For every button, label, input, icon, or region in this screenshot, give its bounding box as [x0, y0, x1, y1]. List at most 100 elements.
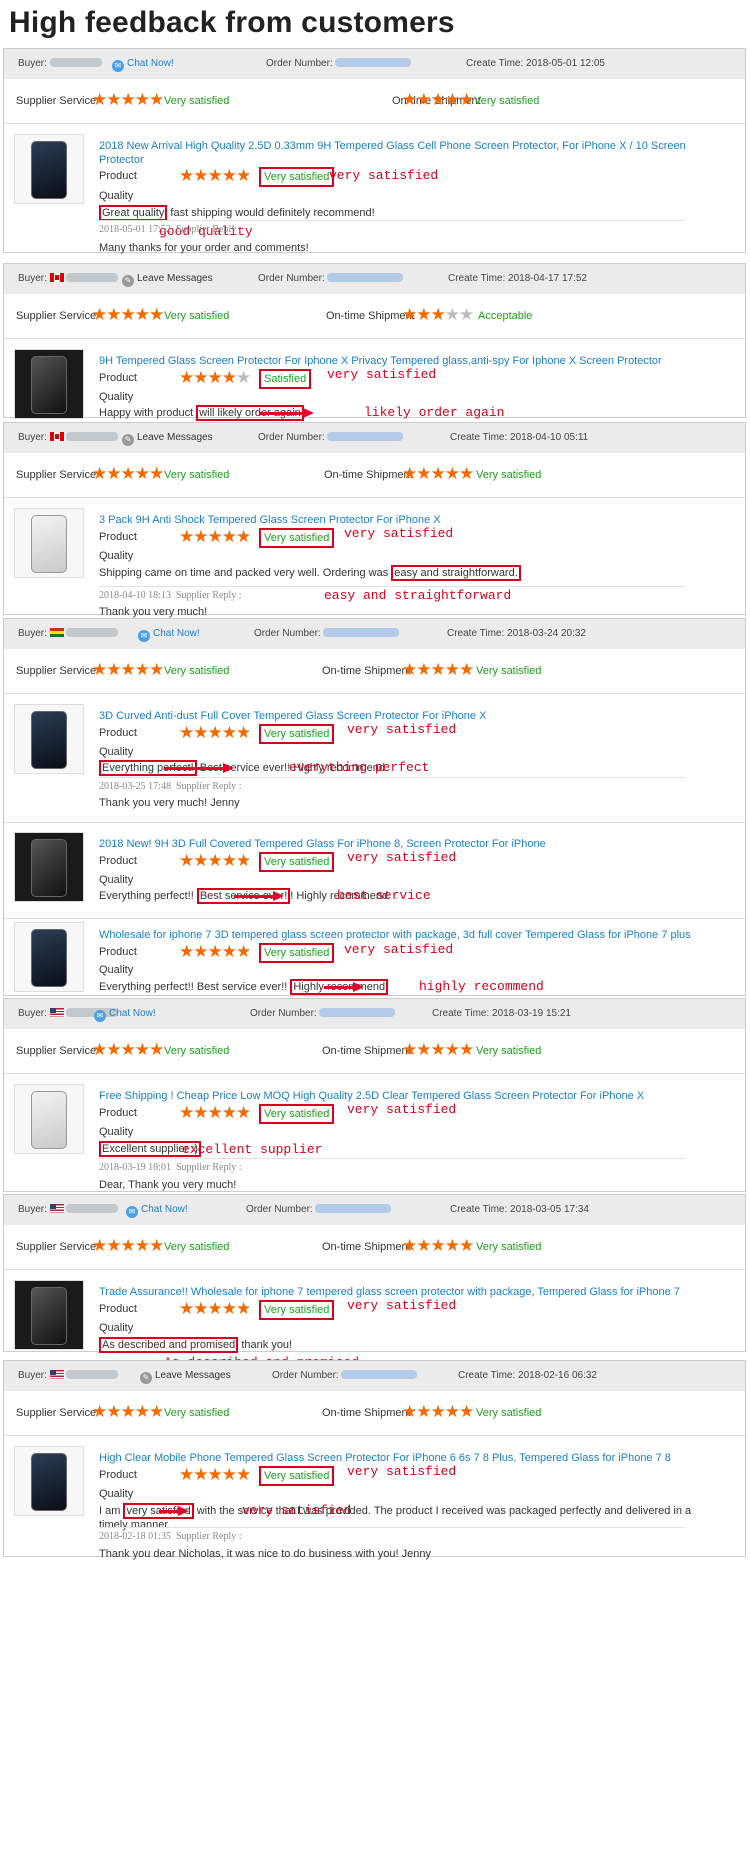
order-number-redacted[interactable]: [341, 1370, 418, 1379]
chat-icon[interactable]: ✉: [126, 1206, 138, 1218]
product-title-link[interactable]: Free Shipping ! Cheap Price Low MOQ High…: [99, 1089, 715, 1103]
phone-image: [31, 515, 67, 573]
star-icon: ★: [402, 1236, 417, 1255]
order-number-redacted[interactable]: [315, 1204, 392, 1213]
buyer-action[interactable]: ✉ Chat Now!: [126, 1204, 188, 1218]
order-number: Order Number:: [258, 432, 404, 443]
star-icon: ★: [221, 1299, 237, 1318]
product-label: Product: [99, 1303, 137, 1315]
message-icon[interactable]: ✎: [122, 434, 134, 446]
buyer-name-redacted: [65, 1204, 118, 1213]
star-icon: ★: [416, 1402, 431, 1421]
product-thumbnail[interactable]: [14, 349, 84, 419]
star-icon: ★: [193, 166, 208, 185]
product-thumbnail[interactable]: [14, 704, 84, 774]
buyer-info: Buyer:: [18, 1204, 118, 1215]
order-number-redacted[interactable]: [327, 273, 404, 282]
reply-divider: [99, 1158, 685, 1159]
review-card: Buyer: ✉ Chat Now! Order Number: Create T…: [3, 618, 746, 996]
supplier-reply-label: Supplier Reply :: [175, 224, 242, 235]
phone-image: [31, 1091, 67, 1149]
buyer-label: Buyer:: [18, 1008, 47, 1019]
chat-icon[interactable]: ✉: [138, 630, 150, 642]
star-icon: ★: [402, 90, 417, 109]
review-product: High Clear Mobile Phone Tempered Glass S…: [4, 1436, 745, 1588]
star-icon: ★: [179, 1103, 194, 1122]
buyer-action-link[interactable]: Chat Now!: [141, 1204, 188, 1215]
product-thumbnail[interactable]: [14, 922, 84, 992]
product-title-link[interactable]: Wholesale for iphone 7 3D tempered glass…: [99, 928, 715, 942]
order-number-label: Order Number:: [272, 1370, 339, 1381]
star-icon: ★: [430, 305, 446, 324]
supplier-service-label: Supplier Service: [16, 310, 97, 322]
product-thumbnail[interactable]: [14, 1446, 84, 1516]
buyer-action-link[interactable]: Chat Now!: [127, 58, 174, 69]
message-icon[interactable]: ✎: [140, 1372, 152, 1384]
star-icon: ★: [106, 464, 121, 483]
create-time: Create Time: 2018-04-10 05:11: [450, 432, 588, 443]
supplier-reply-label: Supplier Reply :: [175, 1531, 242, 1542]
buyer-action-link[interactable]: Leave Messages: [137, 273, 213, 284]
product-title-link[interactable]: 3D Curved Anti-dust Full Cover Tempered …: [99, 709, 715, 723]
product-title-link[interactable]: 9H Tempered Glass Screen Protector For I…: [99, 354, 715, 368]
review-header: Buyer: ✉ Chat Now! Order Number: Create T…: [4, 1195, 745, 1225]
phone-image: [31, 929, 67, 987]
chat-icon[interactable]: ✉: [94, 1010, 106, 1022]
buyer-name-redacted: [65, 432, 118, 441]
buyer-action[interactable]: ✉ Chat Now!: [94, 1008, 156, 1022]
star-icon: ★: [120, 1236, 136, 1255]
star-icon: ★: [459, 660, 474, 679]
star-icon: ★: [221, 527, 237, 546]
buyer-action-link[interactable]: Leave Messages: [137, 432, 213, 443]
order-number-redacted[interactable]: [323, 628, 400, 637]
reply-divider: [99, 777, 685, 778]
product-title-link[interactable]: 2018 New Arrival High Quality 2.5D 0.33m…: [99, 139, 715, 167]
order-number-redacted[interactable]: [335, 58, 412, 67]
star-icon: ★: [402, 464, 417, 483]
buyer-action-link[interactable]: Chat Now!: [153, 628, 200, 639]
buyer-action-link[interactable]: Leave Messages: [155, 1370, 231, 1381]
create-time-value: 2018-03-24 20:32: [507, 628, 586, 639]
create-time: Create Time: 2018-03-05 17:34: [450, 1204, 589, 1215]
order-number: Order Number:: [272, 1370, 418, 1381]
product-thumbnail[interactable]: [14, 508, 84, 578]
create-time-value: 2018-02-16 06:32: [518, 1370, 597, 1381]
buyer-action-link[interactable]: Chat Now!: [109, 1008, 156, 1019]
product-title-link[interactable]: 2018 New! 9H 3D Full Covered Tempered Gl…: [99, 837, 715, 851]
create-time-label: Create Time:: [447, 628, 505, 639]
feedback-after: thank you!: [238, 1339, 293, 1351]
review-header: Buyer: ✉ Chat Now! Order Number: Create T…: [4, 49, 745, 79]
product-title-link[interactable]: High Clear Mobile Phone Tempered Glass S…: [99, 1451, 715, 1465]
product-thumbnail[interactable]: [14, 832, 84, 902]
product-title-link[interactable]: Trade Assurance!! Wholesale for iphone 7…: [99, 1285, 715, 1299]
buyer-action[interactable]: ✎ Leave Messages: [140, 1370, 231, 1384]
product-thumbnail[interactable]: [14, 1084, 84, 1154]
feedback-before: Happy with product: [99, 407, 197, 419]
star-icon: ★: [106, 1040, 121, 1059]
buyer-action[interactable]: ✎ Leave Messages: [122, 273, 213, 287]
order-number-redacted[interactable]: [319, 1008, 396, 1017]
buyer-action[interactable]: ✉ Chat Now!: [138, 628, 200, 642]
annotation-feedback-note: excellent supplier: [182, 1142, 323, 1157]
product-title-link[interactable]: 3 Pack 9H Anti Shock Tempered Glass Scre…: [99, 513, 715, 527]
product-stars: ★★★★★: [179, 851, 251, 871]
star-icon: ★: [459, 90, 474, 109]
ontime-shipment-stars: ★★★★★: [402, 1040, 474, 1060]
ontime-shipment-status: Very satisfied: [476, 1045, 542, 1057]
product-status-badge: Very satisfied: [259, 1300, 335, 1320]
feedback-before: I am: [99, 1505, 124, 1517]
buyer-action[interactable]: ✉ Chat Now!: [112, 58, 174, 72]
star-icon: ★: [149, 1236, 164, 1255]
supplier-reply-text: Thank you dear Nicholas, it was nice to …: [99, 1548, 432, 1560]
phone-image: [31, 356, 67, 414]
product-thumbnail[interactable]: [14, 134, 84, 204]
supplier-service-stars: ★★★★★: [92, 90, 164, 110]
chat-icon[interactable]: ✉: [112, 60, 124, 72]
review-card: Buyer: ✎ Leave Messages Order Number: Cre…: [3, 263, 746, 421]
star-icon: ★: [149, 1402, 164, 1421]
annotation-status-note: very satisfied: [347, 1298, 457, 1313]
order-number-redacted[interactable]: [327, 432, 404, 441]
buyer-action[interactable]: ✎ Leave Messages: [122, 432, 213, 446]
message-icon[interactable]: ✎: [122, 275, 134, 287]
product-thumbnail[interactable]: [14, 1280, 84, 1350]
